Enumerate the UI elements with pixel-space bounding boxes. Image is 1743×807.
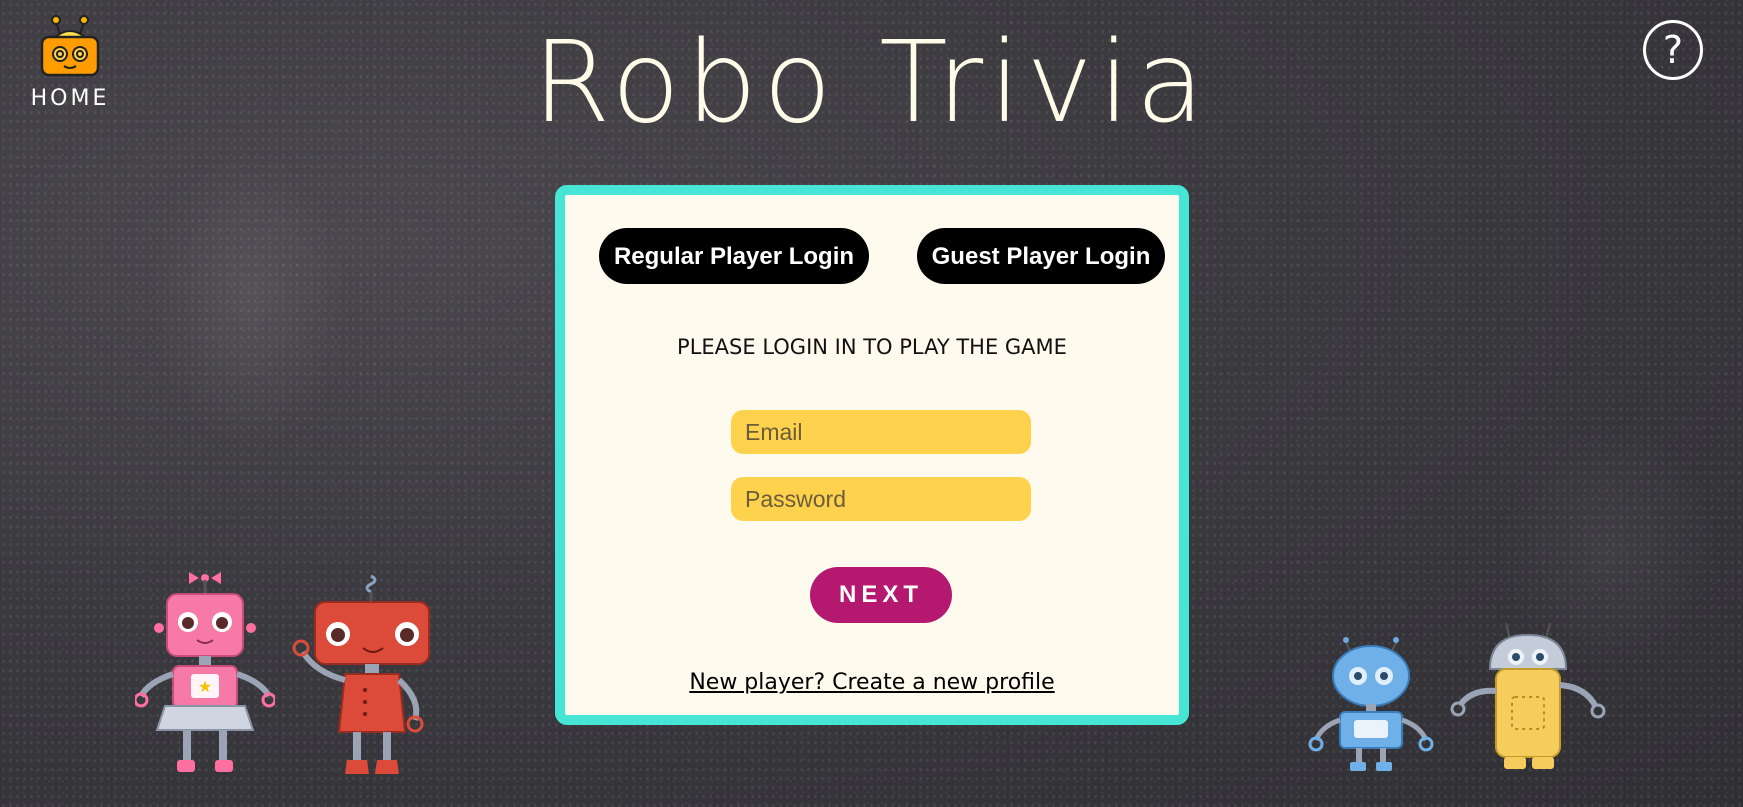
yellow-robot-illustration — [1450, 622, 1606, 769]
create-profile-link[interactable]: New player? Create a new profile — [565, 670, 1179, 695]
email-input[interactable] — [731, 410, 1031, 454]
regular-player-login-button[interactable]: Regular Player Login — [599, 228, 869, 284]
login-card: Regular Player Login Guest Player Login … — [555, 185, 1189, 725]
blue-robot-illustration — [1308, 637, 1434, 771]
login-prompt: PLEASE LOGIN IN TO PLAY THE GAME — [677, 335, 1067, 359]
guest-player-login-button[interactable]: Guest Player Login — [917, 228, 1165, 284]
password-input[interactable] — [731, 477, 1031, 521]
page-title: Robo Trivia — [532, 18, 1211, 148]
red-robot-illustration — [292, 574, 430, 774]
pink-robot-illustration: ★ — [135, 572, 275, 772]
chalk-smudge — [150, 150, 350, 450]
svg-text:★: ★ — [198, 677, 212, 696]
next-button[interactable]: NEXT — [810, 567, 952, 623]
